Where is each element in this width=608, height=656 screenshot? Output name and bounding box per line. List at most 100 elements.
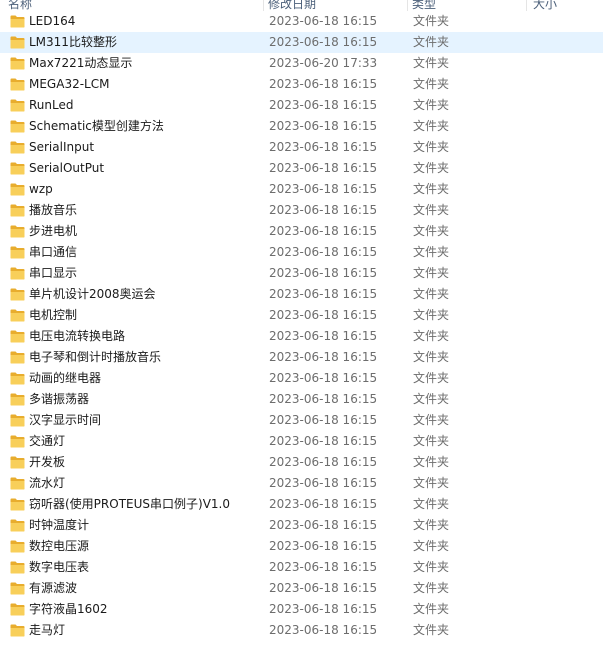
folder-row[interactable]: RunLed 2023-06-18 16:15 文件夹 [0,95,603,116]
item-type: 文件夹 [413,623,450,637]
folder-name: 开发板 [29,455,66,469]
file-explorer-window: LCD滚动显示汉字2023-06-18 16:15文件夹LED1642023-0… [0,0,608,656]
folder-row[interactable]: 电压电流转换电路 2023-06-18 16:15 文件夹 [0,326,603,347]
folder-icon [10,540,25,553]
folder-row[interactable]: 字符液晶1602 2023-06-18 16:15 文件夹 [0,599,603,620]
folder-row[interactable]: LED164 2023-06-18 16:15 文件夹 [0,11,603,32]
folder-name: 电子琴和倒计时播放音乐 [29,350,162,364]
folder-row[interactable]: 串口通信 2023-06-18 16:15 文件夹 [0,242,603,263]
modified-date: 2023-06-18 16:15 [269,518,378,532]
modified-date: 2023-06-20 17:33 [269,56,378,70]
folder-name: 汉字显示时间 [29,413,102,427]
folder-row[interactable]: 播放音乐 2023-06-18 16:15 文件夹 [0,200,603,221]
folder-name: 时钟温度计 [29,518,90,532]
item-type: 文件夹 [413,14,450,28]
item-type: 文件夹 [413,455,450,469]
folder-icon [10,309,25,322]
folder-row[interactable]: 有源滤波 2023-06-18 16:15 文件夹 [0,578,603,599]
folder-row[interactable]: 流水灯 2023-06-18 16:15 文件夹 [0,473,603,494]
folder-row[interactable]: 动画的继电器 2023-06-18 16:15 文件夹 [0,368,603,389]
folder-icon [10,498,25,511]
modified-date: 2023-06-18 16:15 [269,245,378,259]
folder-icon [10,267,25,280]
item-type: 文件夹 [413,140,450,154]
modified-date: 2023-06-18 16:15 [269,77,378,91]
folder-icon [10,414,25,427]
item-type: 文件夹 [413,77,450,91]
item-type: 文件夹 [413,182,450,196]
column-header-size[interactable]: 大小 [533,0,557,11]
folder-row[interactable]: MEGA32-LCM 2023-06-18 16:15 文件夹 [0,74,603,95]
folder-row[interactable]: 数字电压表 2023-06-18 16:15 文件夹 [0,557,603,578]
item-type: 文件夹 [413,203,450,217]
folder-icon [10,141,25,154]
column-header-date[interactable]: 修改日期 [268,0,316,11]
folder-name: 数字电压表 [29,560,90,574]
folder-row[interactable]: 电子琴和倒计时播放音乐 2023-06-18 16:15 文件夹 [0,347,603,368]
column-divider[interactable] [526,0,527,11]
folder-name: wzp [29,182,53,196]
folder-row[interactable]: 交通灯 2023-06-18 16:15 文件夹 [0,431,603,452]
modified-date: 2023-06-18 16:15 [269,434,378,448]
folder-row[interactable]: LM311比较整形 2023-06-18 16:15 文件夹 [0,32,603,53]
folder-name: LED164 [29,14,76,28]
folder-row[interactable]: Max7221动态显示 2023-06-20 17:33 文件夹 [0,53,603,74]
folder-name: 串口通信 [29,245,78,259]
modified-date: 2023-06-18 16:15 [269,266,378,280]
folder-row[interactable]: 数控电压源 2023-06-18 16:15 文件夹 [0,536,603,557]
folder-row[interactable]: SerialOutPut 2023-06-18 16:15 文件夹 [0,158,603,179]
item-type: 文件夹 [413,518,450,532]
item-type: 文件夹 [413,581,450,595]
item-type: 文件夹 [413,329,450,343]
folder-icon [10,561,25,574]
folder-row[interactable]: 时钟温度计 2023-06-18 16:15 文件夹 [0,515,603,536]
folder-row[interactable]: wzp 2023-06-18 16:15 文件夹 [0,179,603,200]
folder-icon [10,477,25,490]
folder-row[interactable]: 开发板 2023-06-18 16:15 文件夹 [0,452,603,473]
item-type: 文件夹 [413,56,450,70]
column-divider[interactable] [407,0,408,11]
folder-name: 步进电机 [29,224,78,238]
folder-row[interactable]: 单片机设计2008奥运会 2023-06-18 16:15 文件夹 [0,284,603,305]
folder-row[interactable]: Schematic模型创建方法 2023-06-18 16:15 文件夹 [0,116,603,137]
folder-row[interactable]: 多谐振荡器 2023-06-18 16:15 文件夹 [0,389,603,410]
folder-icon [10,351,25,364]
column-divider[interactable] [263,0,264,11]
modified-date: 2023-06-18 16:15 [269,560,378,574]
folder-row[interactable]: 汉字显示时间 2023-06-18 16:15 文件夹 [0,410,603,431]
folder-row[interactable]: 窃听器(使用PROTEUS串口例子)V1.0 2023-06-18 16:15 文件… [0,494,603,515]
folder-row[interactable]: 串口显示 2023-06-18 16:15 文件夹 [0,263,603,284]
item-type: 文件夹 [413,371,450,385]
folder-icon [10,456,25,469]
folder-icon [10,162,25,175]
folder-name: 电机控制 [29,308,78,322]
column-header-type[interactable]: 类型 [412,0,436,11]
folder-row[interactable]: 电机控制 2023-06-18 16:15 文件夹 [0,305,603,326]
file-list: LCD滚动显示汉字2023-06-18 16:15文件夹LED1642023-0… [0,0,608,641]
folder-name: 窃听器(使用PROTEUS串口例子)V1.0 [29,497,230,511]
folder-icon [10,225,25,238]
modified-date: 2023-06-18 16:15 [269,35,378,49]
folder-icon [10,120,25,133]
folder-icon [10,36,25,49]
folder-icon [10,603,25,616]
modified-date: 2023-06-18 16:15 [269,392,378,406]
modified-date: 2023-06-18 16:15 [269,203,378,217]
column-header-name[interactable]: 名称 [8,0,32,11]
folder-icon [10,435,25,448]
modified-date: 2023-06-18 16:15 [269,581,378,595]
folder-row[interactable]: SerialInput 2023-06-18 16:15 文件夹 [0,137,603,158]
modified-date: 2023-06-18 16:15 [269,224,378,238]
folder-name: 播放音乐 [29,203,78,217]
folder-name: Max7221动态显示 [29,56,133,70]
folder-row[interactable]: 走马灯 2023-06-18 16:15 文件夹 [0,620,603,641]
modified-date: 2023-06-18 16:15 [269,287,378,301]
modified-date: 2023-06-18 16:15 [269,497,378,511]
folder-icon [10,624,25,637]
item-type: 文件夹 [413,224,450,238]
folder-icon [10,15,25,28]
modified-date: 2023-06-18 16:15 [269,14,378,28]
modified-date: 2023-06-18 16:15 [269,539,378,553]
item-type: 文件夹 [413,560,450,574]
folder-row[interactable]: 步进电机 2023-06-18 16:15 文件夹 [0,221,603,242]
